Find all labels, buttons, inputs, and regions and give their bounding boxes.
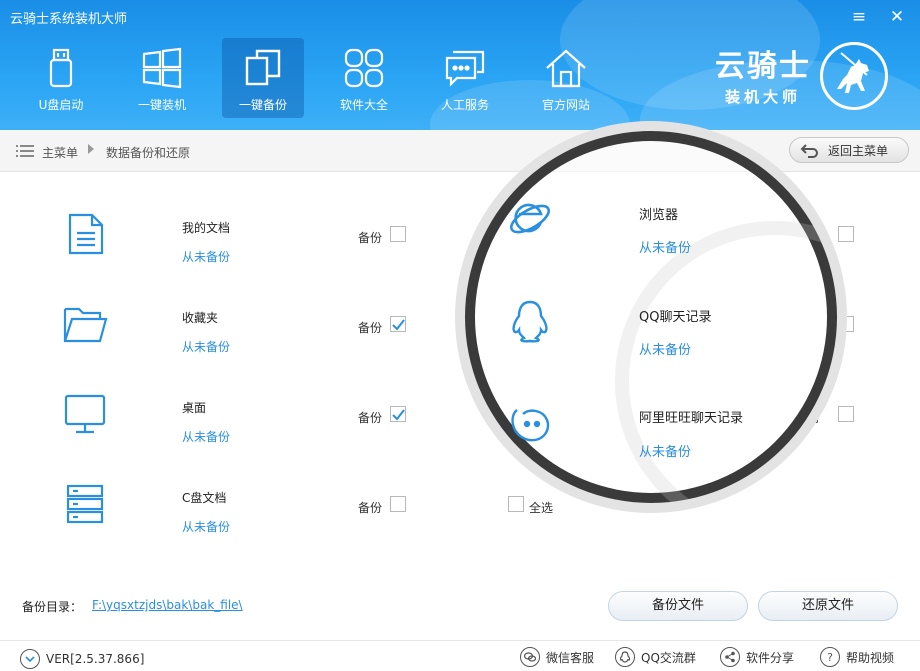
item-status-qq: 从未备份 [639,343,692,358]
footer-bar: VER[2.5.37.866] 微信客服 QQ交流群 软件分享 ? 帮助视频 [0,640,920,671]
select-all-label: 全选 [529,501,554,515]
menu-button[interactable]: ≡ [846,6,872,28]
share-software-link[interactable]: 软件分享 [720,647,794,667]
chevron-down-icon [20,649,40,669]
item-title-desktop: 桌面 [182,401,207,415]
server-icon [66,484,104,524]
qq-group-label: QQ交流群 [641,650,696,665]
backup-checkbox-desktop[interactable] [390,406,406,422]
header-bar: 云骑士系统装机大师 ≡ ✕ U盘启动 一键装机 一键备份 软件大全 人工服务 官… [0,0,920,130]
qq-icon [615,647,635,667]
breadcrumb-arrow-icon [88,144,94,154]
home-icon [546,49,586,88]
backup-checkbox-favorites[interactable] [390,316,406,332]
item-title-favorites: 收藏夹 [182,311,219,325]
item-status-wangwang: 从未备份 [639,445,692,460]
app-title: 云骑士系统装机大师 [10,12,128,27]
share-label: 软件分享 [746,650,795,665]
wechat-label: 微信客服 [546,650,595,665]
qq-penguin-icon [512,300,548,343]
help-video-link[interactable]: ? 帮助视频 [820,647,894,667]
nav-label: 一键备份 [238,98,287,112]
close-button[interactable]: ✕ [884,6,910,28]
windows-icon [142,47,182,89]
select-all-checkbox[interactable] [508,496,524,512]
list-icon [16,145,34,157]
version-info[interactable]: VER[2.5.37.866] [20,649,144,669]
ie-browser-icon [509,203,551,234]
wechat-icon [520,647,540,667]
brand-sub: 装机大师 [724,88,801,106]
nav-label: 软件大全 [339,98,388,112]
backup-label: 备份 [358,411,383,425]
item-title-wangwang: 阿里旺旺聊天记录 [639,411,744,426]
checkmark-icon [392,319,405,331]
nav-software[interactable]: 软件大全 [323,38,405,118]
version-text: VER[2.5.37.866] [46,652,145,666]
main-nav: U盘启动 一键装机 一键备份 软件大全 人工服务 官方网站 [20,38,626,118]
usb-drive-icon [49,48,73,88]
monitor-icon [64,394,106,434]
backup-checkbox-qq[interactable] [838,316,854,332]
breadcrumb-current: 数据备份和还原 [106,146,191,160]
document-icon [68,213,104,255]
nav-one-key-install[interactable]: 一键装机 [121,38,203,118]
apps-grid-icon [344,48,384,88]
breadcrumb-home[interactable]: 主菜单 [42,144,78,161]
nav-manual-service[interactable]: 人工服务 [424,38,506,118]
backup-files-button[interactable]: 备份文件 [608,591,748,621]
backup-checkbox-c-drive-docs[interactable] [390,496,406,512]
wechat-support-link[interactable]: 微信客服 [520,647,594,667]
backup-copy-icon [245,49,281,86]
item-status-browser: 从未备份 [639,241,692,256]
item-status-favorites: 从未备份 [182,340,231,354]
return-arrow-icon [800,144,818,158]
share-icon [720,647,740,667]
nav-official-site[interactable]: 官方网站 [525,38,607,118]
backup-dir-path-link[interactable]: F:\yqsxtzjds\bak\bak_file\ [92,598,243,612]
item-title-documents: 我的文档 [182,221,231,235]
item-title-c-drive-docs: C盘文档 [182,491,227,505]
help-label: 帮助视频 [846,650,895,665]
nav-usb-boot[interactable]: U盘启动 [20,38,102,118]
help-icon: ? [820,647,840,667]
backup-checkbox-browser[interactable] [838,226,854,242]
nav-one-key-backup[interactable]: 一键备份 [222,38,304,118]
backup-label: 备份 [358,231,383,245]
restore-files-button[interactable]: 还原文件 [758,591,898,621]
backup-checkbox-wangwang[interactable] [838,406,854,422]
nav-label: U盘启动 [38,98,84,112]
backup-dir-label: 备份目录： [22,600,83,614]
item-title-browser: 浏览器 [639,208,679,223]
back-button-label: 返回主菜单 [828,143,889,158]
breadcrumb: 主菜单 数据备份和还原 [0,130,920,172]
checkmark-icon [392,409,405,421]
backup-label: 备份 [358,321,383,335]
brand-name: 云骑士 [715,49,811,84]
nav-label: 官方网站 [541,98,590,112]
item-status-documents: 从未备份 [182,250,231,264]
knight-logo [820,42,888,110]
backup-checkbox-documents[interactable] [390,226,406,242]
qq-group-link[interactable]: QQ交流群 [615,647,696,667]
wangwang-icon [511,409,550,442]
nav-label: 一键装机 [137,98,186,112]
chat-bubble-icon [445,50,485,87]
item-status-desktop: 从未备份 [182,430,231,444]
folder-icon [63,307,108,343]
backup-label: 备份 [358,501,383,515]
item-status-c-drive-docs: 从未备份 [182,520,231,534]
brand-text: 云骑士 装机大师 [715,50,811,107]
nav-label: 人工服务 [440,98,489,112]
item-title-qq: QQ聊天记录 [639,310,712,325]
back-to-main-button[interactable]: 返回主菜单 [789,137,909,163]
knight-horse-icon [837,52,869,93]
